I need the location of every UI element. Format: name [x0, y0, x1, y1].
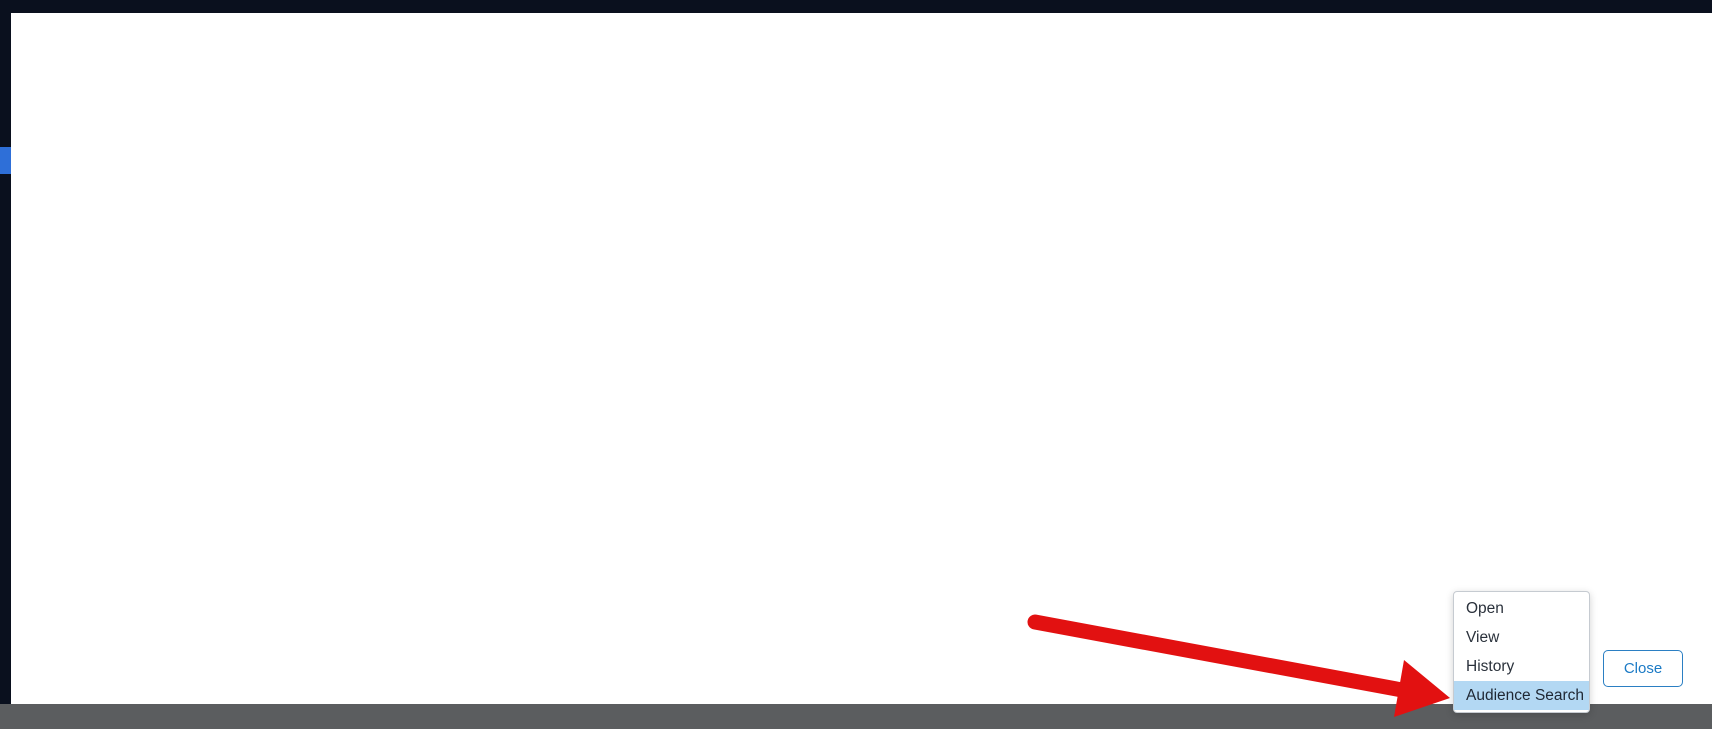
menu-item-open[interactable]: Open [1454, 594, 1589, 623]
menu-item-audience-search[interactable]: Audience Search [1454, 681, 1589, 710]
background-blue-fragment [0, 147, 11, 174]
page: Open Query ✕ Search Type Starts With Con… [0, 0, 1712, 729]
page-background-left [0, 0, 11, 729]
row-actions-context-menu: Open View History Audience Search [1453, 591, 1590, 713]
modal-close-footer-button[interactable]: Close [1603, 650, 1683, 687]
page-background-top [0, 0, 1712, 13]
menu-item-history[interactable]: History [1454, 652, 1589, 681]
menu-item-view[interactable]: View [1454, 623, 1589, 652]
